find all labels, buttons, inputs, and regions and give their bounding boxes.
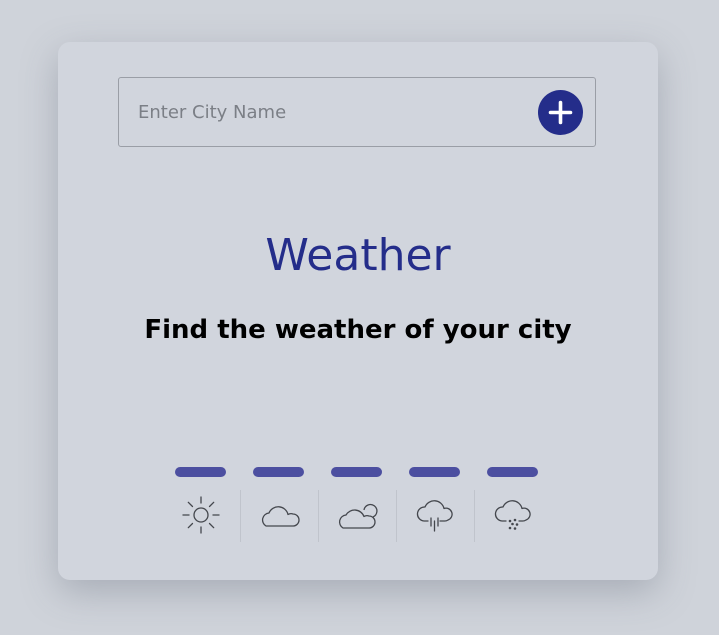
indicator-bar: [253, 467, 304, 477]
indicator-bar: [409, 467, 460, 477]
weather-option-partly-cloudy[interactable]: [318, 488, 396, 542]
weather-option-rain[interactable]: [396, 488, 474, 542]
page-subtitle: Find the weather of your city: [144, 315, 572, 345]
weather-card: Weather Find the weather of your city: [58, 42, 658, 580]
indicator-bar: [331, 467, 382, 477]
city-name-input[interactable]: [119, 78, 538, 146]
indicator-bar: [487, 467, 538, 477]
snow-icon: [494, 500, 531, 530]
weather-option-sunny[interactable]: [162, 488, 240, 542]
weather-type-icons: [162, 488, 552, 542]
weather-option-snow[interactable]: [474, 488, 552, 542]
plus-icon: [548, 100, 573, 125]
page-title: Weather: [265, 230, 451, 281]
add-city-button[interactable]: [538, 90, 583, 135]
city-search-box: [118, 77, 596, 147]
sun-icon: [182, 496, 220, 534]
weather-option-cloudy[interactable]: [240, 488, 318, 542]
rain-icon: [416, 500, 453, 532]
indicator-bar: [175, 467, 226, 477]
cloud-icon: [261, 506, 300, 527]
partly-cloudy-icon: [338, 503, 378, 529]
